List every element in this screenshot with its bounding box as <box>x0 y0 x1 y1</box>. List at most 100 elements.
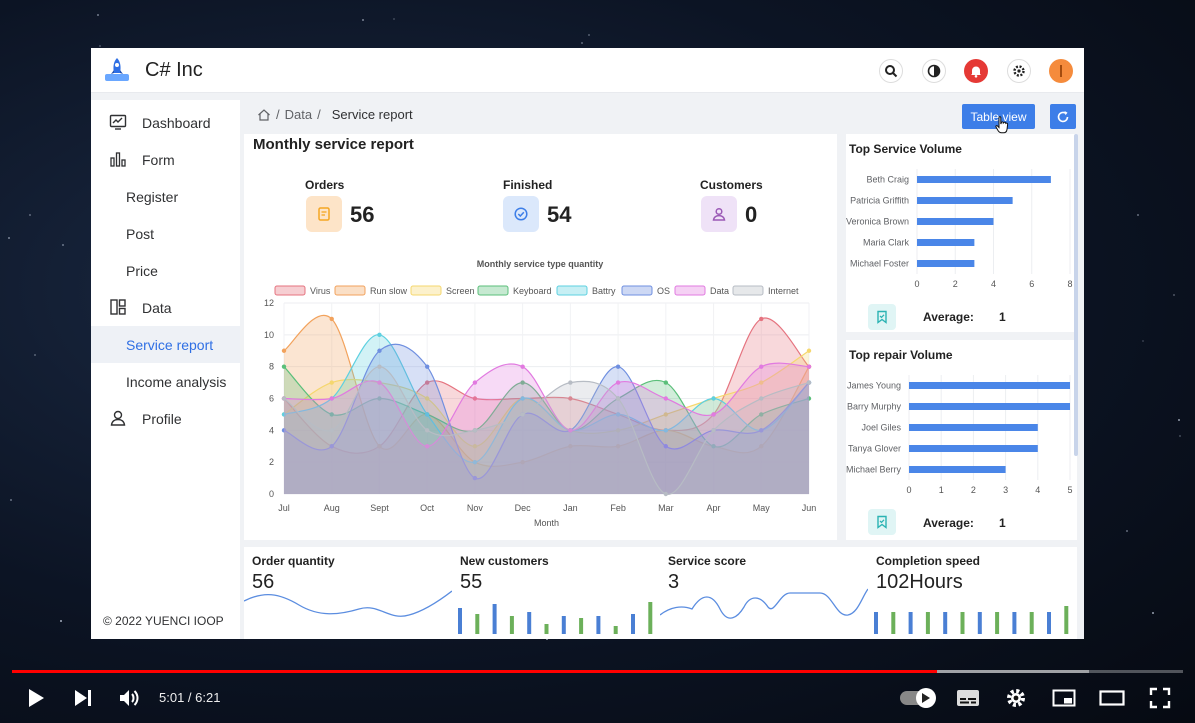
data-point <box>759 316 764 322</box>
bookmark-icon <box>868 509 896 535</box>
data-point <box>711 396 716 401</box>
played-bar <box>12 670 938 673</box>
x-tick-label: 5 <box>1067 485 1072 495</box>
star <box>98 45 101 48</box>
data-point <box>806 364 812 369</box>
spark-bar <box>475 614 480 634</box>
monthly-report-card: Monthly service report Orders 56 Finishe… <box>244 134 837 540</box>
spark-bar <box>613 626 618 634</box>
service-volume-chart: 0 2 4 6 8 Beth Craig Patricia Griffith Veronica… <box>846 169 1073 289</box>
search-icon[interactable] <box>879 59 903 83</box>
stat-label: Completion speed <box>876 554 981 568</box>
legend-swatch <box>334 285 366 296</box>
legend-label: OS <box>657 286 670 296</box>
miniplayer-icon[interactable] <box>1050 684 1078 712</box>
notification-bell-icon[interactable] <box>964 59 988 83</box>
check-circle-icon <box>503 196 539 232</box>
theater-mode-icon[interactable] <box>1097 684 1127 712</box>
spark-bar <box>458 608 462 634</box>
bar-category-label: Veronica Brown <box>846 217 909 227</box>
x-tick-label: Dec <box>515 503 532 513</box>
bar-category-label: Barry Murphy <box>847 402 902 412</box>
sidebar-item-form[interactable]: Form <box>91 141 240 178</box>
next-icon[interactable] <box>70 684 96 712</box>
y-tick-label: 10 <box>264 330 274 340</box>
bar <box>917 260 975 267</box>
user-icon <box>110 410 126 426</box>
sidebar-item-service-report[interactable]: Service report <box>91 326 240 363</box>
data-point <box>711 428 716 433</box>
star <box>587 34 590 37</box>
y-tick-label: 8 <box>269 362 274 372</box>
video-time: 5:01 / 6:21 <box>159 690 221 705</box>
sidebar-item-profile[interactable]: Profile <box>91 400 240 437</box>
data-point <box>615 396 621 401</box>
bar <box>917 176 1051 183</box>
kpi-label: Finished <box>503 178 553 192</box>
star <box>1141 339 1144 342</box>
gear-icon[interactable] <box>1007 59 1031 83</box>
brand-name: C# Inc <box>145 59 203 81</box>
legend-swatch <box>674 285 706 296</box>
stat-order-quantity: Order quantity 56 <box>244 547 452 639</box>
spark-bar <box>631 614 635 634</box>
x-tick-label: Sept <box>370 503 389 513</box>
legend-label: Screen <box>446 286 475 296</box>
data-point <box>281 364 287 369</box>
app-window: C# Inc Dashboard Form Register Post Pric… <box>91 48 1084 639</box>
data-point <box>615 364 621 369</box>
spark-bar <box>1029 612 1034 634</box>
spark-bar <box>1064 606 1069 634</box>
refresh-button[interactable] <box>1050 104 1076 129</box>
data-point <box>329 380 334 385</box>
theme-toggle-icon[interactable] <box>922 59 946 83</box>
scrollbar[interactable] <box>1074 134 1078 456</box>
star <box>59 619 62 622</box>
sidebar-item-price[interactable]: Price <box>91 252 240 289</box>
user-icon <box>701 196 737 232</box>
bar <box>917 218 994 225</box>
autoplay-toggle[interactable] <box>898 684 936 712</box>
star <box>1178 419 1181 422</box>
data-point <box>663 380 669 385</box>
legend-label: Internet <box>768 286 799 296</box>
legend-label: Run slow <box>370 286 408 296</box>
fullscreen-icon[interactable] <box>1146 684 1174 712</box>
star <box>1136 214 1139 217</box>
star <box>1178 434 1181 437</box>
spark-bar <box>908 612 913 634</box>
spark-bar <box>925 612 930 634</box>
sidebar-item-post[interactable]: Post <box>91 215 240 252</box>
user-avatar[interactable] <box>1049 59 1073 83</box>
x-tick-label: 3 <box>1003 485 1008 495</box>
sidebar-item-data[interactable]: Data <box>91 289 240 326</box>
star <box>97 13 100 16</box>
star <box>1172 294 1175 297</box>
spark-bar <box>977 612 982 634</box>
x-tick-label: 4 <box>1035 485 1040 495</box>
volume-icon[interactable] <box>116 684 144 712</box>
sidebar-item-income-analysis[interactable]: Income analysis <box>91 363 240 400</box>
data-point <box>377 364 382 369</box>
play-icon[interactable] <box>22 684 50 712</box>
autoplay-track <box>900 688 936 708</box>
bar-chart-icon <box>110 152 126 167</box>
bar <box>909 466 1006 473</box>
x-tick-label: Jan <box>563 503 578 513</box>
video-progress-bar[interactable] <box>12 670 1183 673</box>
sidebar-item-dashboard[interactable]: Dashboard <box>91 104 240 141</box>
breadcrumb-item[interactable]: Data <box>285 107 312 122</box>
data-point <box>759 364 764 369</box>
y-tick-label: 4 <box>269 425 274 435</box>
bar-category-label: Maria Clark <box>863 238 910 248</box>
top-repair-volume-card: Top repair Volume 0 1 2 3 4 5 James Young Barry… <box>846 340 1077 540</box>
stat-label: New customers <box>460 554 549 568</box>
star <box>581 42 584 45</box>
data-point <box>759 396 764 401</box>
home-icon[interactable] <box>257 108 271 122</box>
sidebar-item-register[interactable]: Register <box>91 178 240 215</box>
bookmark-icon <box>868 304 896 330</box>
subtitles-icon[interactable] <box>954 684 982 712</box>
spark-bar <box>596 616 601 634</box>
settings-icon[interactable] <box>1002 684 1030 712</box>
